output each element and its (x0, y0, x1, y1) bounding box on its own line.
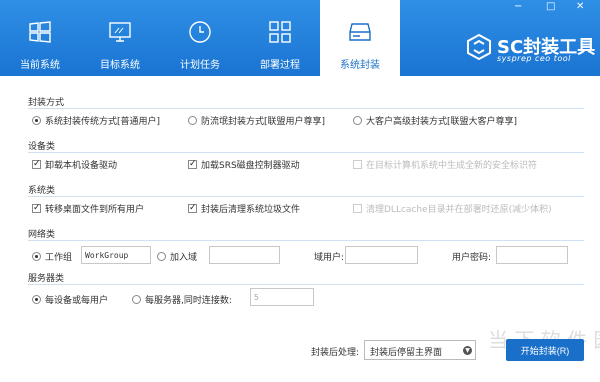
chevron-down-icon[interactable]: ▼ (463, 346, 472, 355)
checkbox-checked[interactable]: ✓ (32, 160, 41, 169)
mode-option-enterprise[interactable]: 大客户高级封装方式[联盟大客户尊享] (353, 114, 517, 127)
server-per-server-radio[interactable]: 每服务器,同时连接数: (132, 293, 232, 306)
checkbox-checked[interactable]: ✓ (188, 160, 197, 169)
restore-button[interactable]: □ (546, 2, 555, 12)
section-divider (28, 284, 584, 285)
domain-user-label: 域用户: (314, 253, 345, 263)
option-label: 每设备或每用户 (45, 296, 109, 306)
tab-scheduled-tasks-label: 计划任务 (180, 60, 220, 71)
system-move-desktop[interactable]: ✓ 转移桌面文件到所有用户 (32, 202, 144, 215)
section-title-mode: 封装方式 (28, 98, 65, 108)
domain-password-input[interactable] (496, 246, 568, 264)
tab-current-system[interactable]: 当前系统 (0, 0, 80, 76)
minimize-button[interactable]: − (514, 2, 522, 12)
brand-subtitle: sysprep ceo tool (497, 54, 571, 63)
clock-icon (189, 21, 211, 43)
tab-current-system-label: 当前系统 (20, 60, 60, 71)
option-label: 封装后清理系统垃圾文件 (201, 205, 301, 215)
section-title-device: 设备类 (28, 142, 56, 152)
section-divider (28, 152, 584, 153)
post-process-label: 封装后处理: (311, 348, 360, 358)
network-workgroup-radio[interactable]: 工作组 (32, 250, 72, 263)
checkbox-disabled (353, 160, 362, 169)
section-divider (28, 240, 584, 241)
drive-icon (349, 23, 371, 41)
tab-system-packaging[interactable]: 系统封装 (320, 0, 400, 76)
radio[interactable] (157, 252, 166, 261)
section-divider (28, 196, 584, 197)
device-load-srs[interactable]: ✓ 加载SRS磁盘控制器驱动 (188, 158, 300, 171)
option-label: 每服务器,同时连接数: (145, 296, 232, 306)
radio-selected[interactable] (32, 116, 41, 125)
connections-input[interactable] (250, 288, 314, 306)
tab-target-system[interactable]: 目标系统 (80, 0, 160, 76)
close-button[interactable]: ✕ (576, 2, 584, 12)
radio-selected[interactable] (32, 252, 41, 261)
option-label: 转移桌面文件到所有用户 (45, 205, 145, 215)
option-label: 工作组 (45, 253, 73, 263)
grid-icon (269, 21, 291, 43)
radio[interactable] (188, 116, 197, 125)
device-uninstall-drivers[interactable]: ✓ 卸载本机设备驱动 (32, 158, 117, 171)
post-process-value: 封装后停留主界面 (370, 348, 443, 358)
domain-input[interactable] (209, 246, 280, 264)
section-divider (28, 108, 584, 109)
start-packaging-button[interactable]: 开始封装(R) (506, 339, 584, 361)
option-label: 在目标计算机系统中生成全新的安全标识符 (366, 161, 538, 171)
section-title-network: 网络类 (28, 230, 56, 240)
tab-system-packaging-label: 系统封装 (340, 60, 380, 71)
option-label: 防流氓封装方式[联盟用户尊享] (201, 117, 326, 127)
checkbox-checked[interactable]: ✓ (32, 204, 41, 213)
radio[interactable] (132, 295, 141, 304)
main-nav: 当前系统 目标系统 计划任务 部署过程 系统封装 (0, 0, 400, 76)
checkbox-disabled (353, 204, 362, 213)
option-label: 加载SRS磁盘控制器驱动 (201, 161, 300, 171)
tab-target-system-label: 目标系统 (100, 60, 140, 71)
checkbox-checked[interactable]: ✓ (188, 204, 197, 213)
domain-password-label: 用户密码: (452, 253, 492, 263)
mode-option-traditional[interactable]: 系统封装传统方式[普通用户] (32, 114, 160, 127)
domain-user-input[interactable] (345, 246, 418, 264)
windows-icon (29, 21, 51, 43)
radio-selected[interactable] (32, 295, 41, 304)
network-domain-radio[interactable]: 加入域 (157, 250, 197, 263)
option-label: 加入域 (170, 253, 198, 263)
header-bar: 当前系统 目标系统 计划任务 部署过程 系统封装 − □ ✕ SC封装工具 sy… (0, 0, 600, 76)
monitor-icon (109, 22, 131, 42)
section-title-server: 服务器类 (28, 274, 65, 284)
server-per-device-radio[interactable]: 每设备或每用户 (32, 293, 108, 306)
post-process-select[interactable]: 封装后停留主界面 ▼ (364, 340, 476, 360)
system-clean-dllcache: 清理DLLcache目录并在部署时还原(减少体积) (353, 202, 552, 215)
option-label: 清理DLLcache目录并在部署时还原(减少体积) (366, 205, 552, 215)
workgroup-input[interactable] (81, 246, 151, 264)
system-clean-junk[interactable]: ✓ 封装后清理系统垃圾文件 (188, 202, 300, 215)
device-new-sid: 在目标计算机系统中生成全新的安全标识符 (353, 158, 537, 171)
sc-logo-icon (467, 33, 491, 61)
tab-deploy-process[interactable]: 部署过程 (240, 0, 320, 76)
mode-option-anti-rogue[interactable]: 防流氓封装方式[联盟用户尊享] (188, 114, 325, 127)
option-label: 大客户高级封装方式[联盟大客户尊享] (366, 117, 518, 127)
option-label: 卸载本机设备驱动 (45, 161, 118, 171)
tab-deploy-process-label: 部署过程 (260, 60, 300, 71)
section-title-system: 系统类 (28, 186, 56, 196)
radio[interactable] (353, 116, 362, 125)
tab-scheduled-tasks[interactable]: 计划任务 (160, 0, 240, 76)
option-label: 系统封装传统方式[普通用户] (45, 117, 161, 127)
